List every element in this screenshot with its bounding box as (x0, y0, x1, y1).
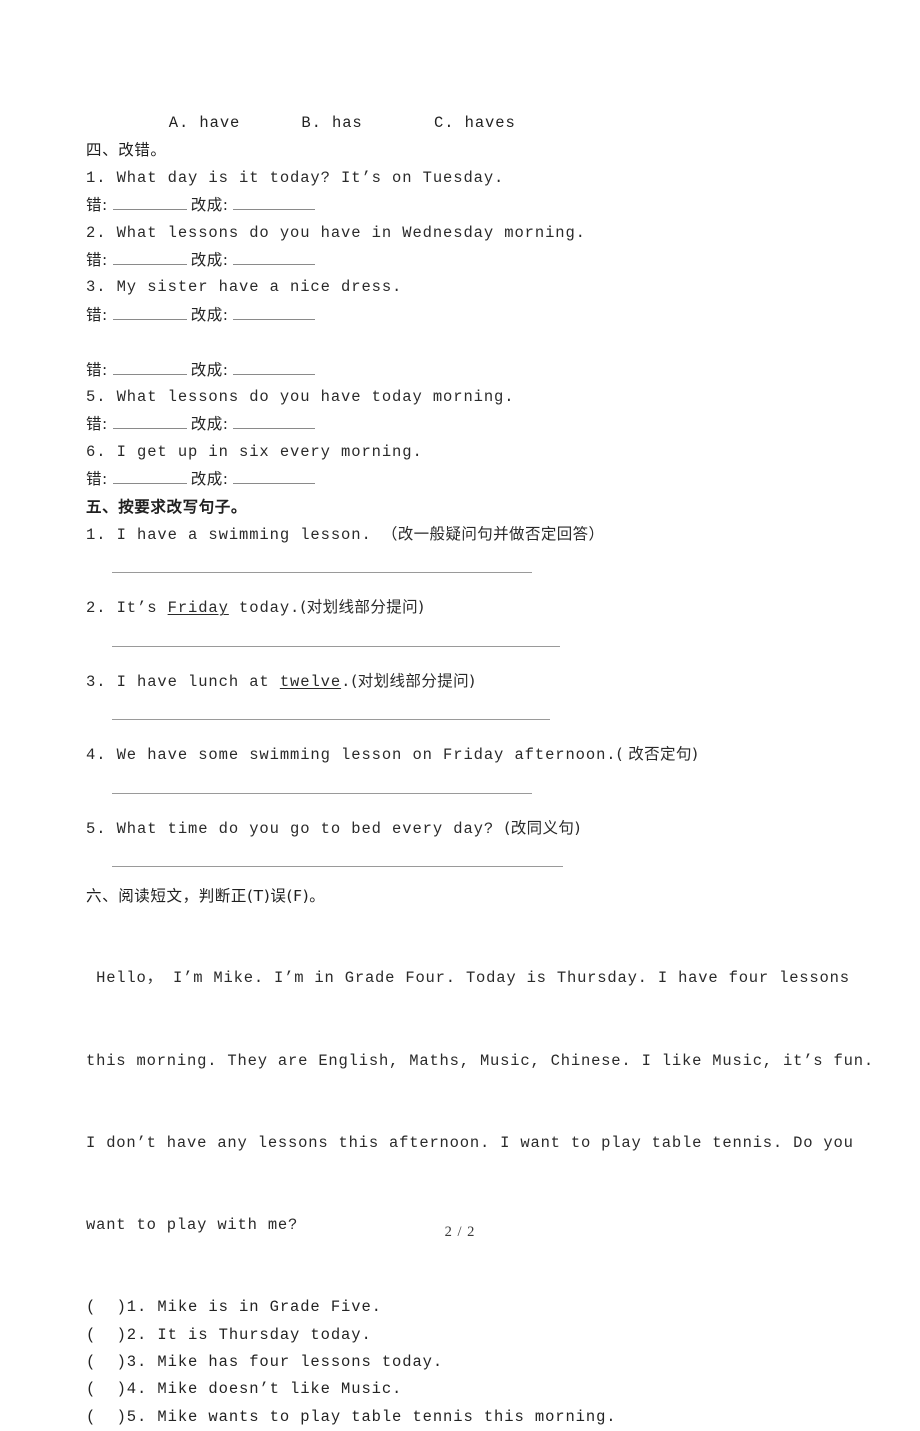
wrong-blank-input-2[interactable] (112, 250, 187, 266)
answer-rule-5[interactable] (112, 866, 563, 868)
section-four-item-3: 3. My sister have a nice dress. (86, 278, 403, 297)
item-underlined-word: Friday (167, 599, 229, 618)
wrong-label: 错: (86, 196, 108, 215)
passage-line: I don’t have any lessons this afternoon.… (86, 1133, 854, 1152)
true-false-item-3[interactable]: ( )3. Mike has four lessons today. (86, 1349, 826, 1376)
section-four-item-6: 6. I get up in six every morning. (86, 442, 423, 461)
item-text: 5. What time do you go to bed every day? (86, 819, 505, 838)
choice-options-row: A. have B. has C. haves (128, 114, 516, 132)
wrong-blank-input-3[interactable] (112, 305, 187, 320)
item-text: 2. It’s (86, 599, 168, 618)
answer-rule-3[interactable] (112, 719, 550, 721)
section-four-item-5: 5. What lessons do you have today mornin… (86, 388, 515, 407)
correct-blank-input-5[interactable] (233, 414, 316, 430)
correction-row-6: 错: 改成: (86, 466, 826, 493)
correction-row-1: 错: 改成: (86, 192, 826, 219)
wrong-label: 错: (86, 360, 108, 379)
passage-line: this morning. They are English, Maths, M… (86, 1051, 874, 1070)
answer-rule-4[interactable] (112, 792, 532, 794)
item-text: 3. I have lunch at (86, 672, 280, 691)
item-text-post: today. (228, 599, 301, 618)
wrong-label: 错: (86, 305, 108, 324)
section-four-item-2: 2. What lessons do you have in Wednesday… (86, 223, 586, 242)
correction-row-4: 错: 改成: (86, 357, 826, 384)
correct-label: 改成: (190, 470, 229, 489)
wrong-blank-input-4[interactable] (112, 360, 187, 375)
item-hint: (改同义句) (504, 818, 581, 837)
correct-blank-input-1[interactable] (233, 195, 316, 211)
true-false-item-4[interactable]: ( )4. Mike doesn’t like Music. (86, 1376, 826, 1403)
wrong-blank-input-1[interactable] (112, 195, 187, 211)
wrong-blank-input-6[interactable] (112, 469, 187, 485)
section-six-heading: 六、阅读短文，判断正(T)误(F)。 (86, 887, 326, 906)
section-five-item-5: 5. What time do you go to bed every day?… (86, 815, 826, 843)
wrong-blank-input-5[interactable] (112, 414, 187, 430)
item-text: 4. We have some swimming lesson on Frida… (86, 746, 617, 765)
section-five-item-1: 1. I have a swimming lesson. （改一般疑问句并做否定… (86, 521, 826, 549)
correct-blank-input-4[interactable] (233, 360, 316, 375)
item-hint: (对划线部分提问) (300, 598, 425, 617)
correct-label: 改成: (190, 305, 229, 324)
item-hint: （改一般疑问句并做否定回答） (381, 525, 605, 544)
correct-label: 改成: (190, 251, 229, 270)
wrong-label: 错: (86, 470, 108, 489)
section-five-item-3: 3. I have lunch at twelve.(对划线部分提问) (86, 668, 826, 696)
correction-row-3: 错: 改成: (86, 302, 826, 329)
item-underlined-word: twelve (279, 672, 342, 691)
true-false-item-1[interactable]: ( )1. Mike is in Grade Five. (86, 1294, 826, 1321)
answer-rule-2[interactable] (112, 645, 560, 647)
correct-blank-input-6[interactable] (233, 469, 316, 485)
true-false-item-5[interactable]: ( )5. Mike wants to play table tennis th… (86, 1404, 826, 1431)
true-false-item-2[interactable]: ( )2. It is Thursday today. (86, 1322, 826, 1349)
item-hint: (对划线部分提问) (351, 671, 476, 690)
correct-blank-input-3[interactable] (233, 305, 316, 320)
correct-label: 改成: (190, 415, 229, 434)
correction-row-2: 错: 改成: (86, 247, 826, 274)
correct-label: 改成: (190, 360, 229, 379)
correct-blank-input-2[interactable] (233, 250, 316, 266)
correction-row-5: 错: 改成: (86, 411, 826, 438)
item-text: 1. I have a swimming lesson. (86, 526, 382, 545)
section-four-heading: 四、改错。 (86, 141, 167, 160)
page-number: 2 / 2 (444, 1224, 476, 1240)
section-five-heading: 五、按要求改写句子。 (86, 497, 248, 516)
answer-rule-1[interactable] (112, 572, 532, 574)
item-text-post: . (341, 672, 352, 691)
item-hint: ( 改否定句) (616, 745, 699, 764)
worksheet-page: A. have B. has C. haves 四、改错。 1. What da… (0, 0, 920, 1426)
section-five-item-2: 2. It’s Friday today.(对划线部分提问) (86, 594, 826, 622)
correct-label: 改成: (190, 196, 229, 215)
section-four-item-1: 1. What day is it today? It’s on Tuesday… (86, 168, 505, 187)
section-four-item-4 (86, 329, 826, 356)
wrong-label: 错: (86, 251, 108, 270)
wrong-label: 错: (86, 415, 108, 434)
passage-line: Hello， I’m Mike. I’m in Grade Four. Toda… (86, 969, 850, 988)
section-five-item-4: 4. We have some swimming lesson on Frida… (86, 741, 826, 769)
